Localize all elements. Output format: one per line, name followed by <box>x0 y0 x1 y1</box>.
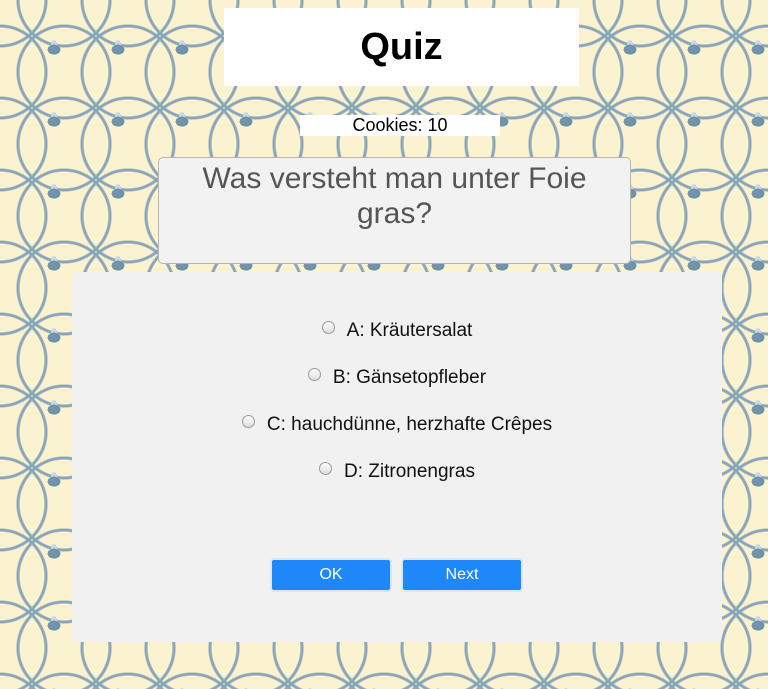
option-d[interactable]: D: Zitronengras <box>72 457 722 487</box>
ok-button[interactable]: OK <box>270 558 392 592</box>
option-d-label: D: Zitronengras <box>344 461 475 482</box>
option-b[interactable]: B: Gänsetopfleber <box>72 363 722 393</box>
radio-a[interactable] <box>321 320 335 334</box>
option-b-label: B: Gänsetopfleber <box>332 367 487 388</box>
page-title: Quiz <box>360 25 443 68</box>
radio-b[interactable] <box>307 367 321 381</box>
title-box: Quiz <box>224 8 579 86</box>
option-a-label: A: Kräutersalat <box>346 320 473 341</box>
option-a[interactable]: A: Kräutersalat <box>72 316 722 346</box>
next-button[interactable]: Next <box>401 558 523 592</box>
question-box: Was versteht man unter Foie gras? <box>158 157 631 264</box>
option-c-label: C: hauchdünne, herzhafte Crêpes <box>266 414 553 435</box>
radio-c[interactable] <box>241 414 255 428</box>
cookie-counter: Cookies: 10 <box>300 115 500 136</box>
option-c[interactable]: C: hauchdünne, herzhafte Crêpes <box>72 410 722 440</box>
question-text: Was versteht man unter Foie gras? <box>202 162 587 230</box>
answer-panel: A: Kräutersalat B: Gänsetopfleber C: hau… <box>72 272 722 642</box>
radio-d[interactable] <box>319 461 333 475</box>
